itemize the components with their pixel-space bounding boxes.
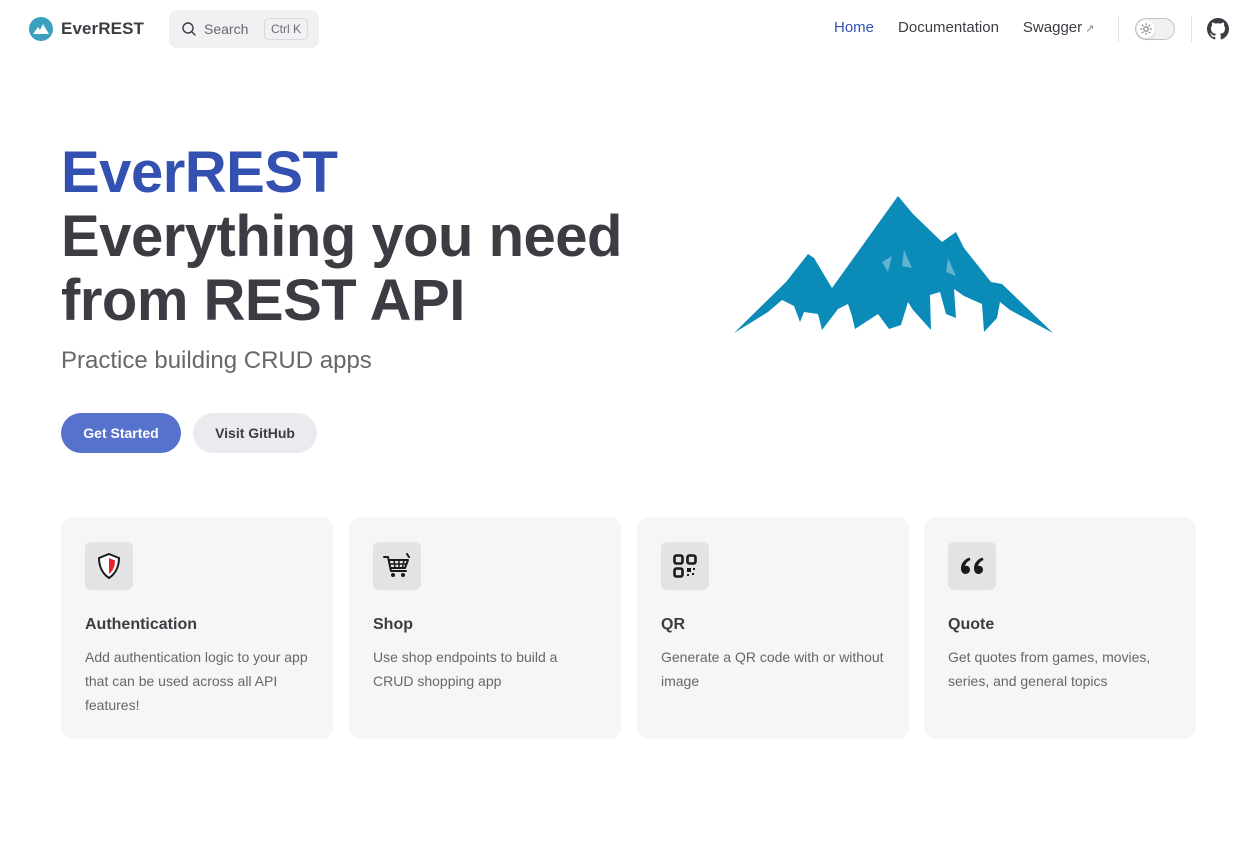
logo-icon bbox=[29, 17, 53, 41]
feature-details: Get quotes from games, movies, series, a… bbox=[948, 649, 1151, 689]
feature-card-quote[interactable]: Quote Get quotes from games, movies, ser… bbox=[924, 517, 1196, 739]
feature-details: Add authentication logic to your app tha… bbox=[85, 649, 308, 713]
feature-card-qr[interactable]: QR Generate a QR code with or without im… bbox=[637, 517, 909, 739]
sun-icon bbox=[1137, 20, 1155, 38]
nav-divider bbox=[1191, 16, 1192, 42]
qr-code-icon bbox=[661, 542, 709, 590]
brand-link[interactable]: EverREST bbox=[29, 17, 144, 41]
hero-tagline: Practice building CRUD apps bbox=[61, 347, 372, 374]
quote-icon bbox=[948, 542, 996, 590]
hero-text: Everything you need from REST API bbox=[61, 204, 622, 333]
feature-card-shop[interactable]: Shop Use shop endpoints to build a CRUD … bbox=[349, 517, 621, 739]
search-icon bbox=[182, 22, 196, 36]
nav-link-documentation[interactable]: Documentation bbox=[898, 19, 999, 36]
external-link-icon: ↗ bbox=[1085, 23, 1095, 35]
feature-details: Generate a QR code with or without image bbox=[661, 649, 884, 689]
nav-link-swagger-label: Swagger bbox=[1022, 19, 1083, 36]
top-nav: EverREST Search Ctrl K Home Documentatio… bbox=[0, 0, 1258, 58]
github-icon[interactable] bbox=[1207, 18, 1229, 40]
shopping-cart-icon bbox=[373, 542, 421, 590]
nav-links: Home Documentation Swagger ↗ bbox=[834, 19, 1094, 36]
brand-title: EverREST bbox=[61, 19, 145, 38]
hero-name: EverREST bbox=[61, 140, 338, 205]
shield-icon bbox=[85, 542, 133, 590]
feature-card-authentication[interactable]: Authentication Add authentication logic … bbox=[61, 517, 333, 739]
get-started-button[interactable]: Get Started bbox=[61, 413, 181, 453]
nav-link-swagger[interactable]: Swagger ↗ bbox=[1023, 19, 1094, 36]
mountain-icon bbox=[734, 196, 1053, 333]
visit-github-button[interactable]: Visit GitHub bbox=[193, 413, 317, 453]
nav-link-home[interactable]: Home bbox=[834, 19, 874, 36]
search-label: Search bbox=[204, 21, 249, 37]
search-shortcut: Ctrl K bbox=[264, 18, 308, 40]
search-button[interactable]: Search Ctrl K bbox=[169, 10, 319, 48]
feature-title: QR bbox=[661, 616, 685, 633]
feature-details: Use shop endpoints to build a CRUD shopp… bbox=[373, 649, 558, 689]
feature-title: Shop bbox=[373, 616, 413, 633]
feature-title: Quote bbox=[948, 616, 995, 633]
nav-divider bbox=[1118, 16, 1119, 42]
feature-title: Authentication bbox=[85, 616, 197, 633]
theme-toggle[interactable] bbox=[1135, 18, 1175, 40]
